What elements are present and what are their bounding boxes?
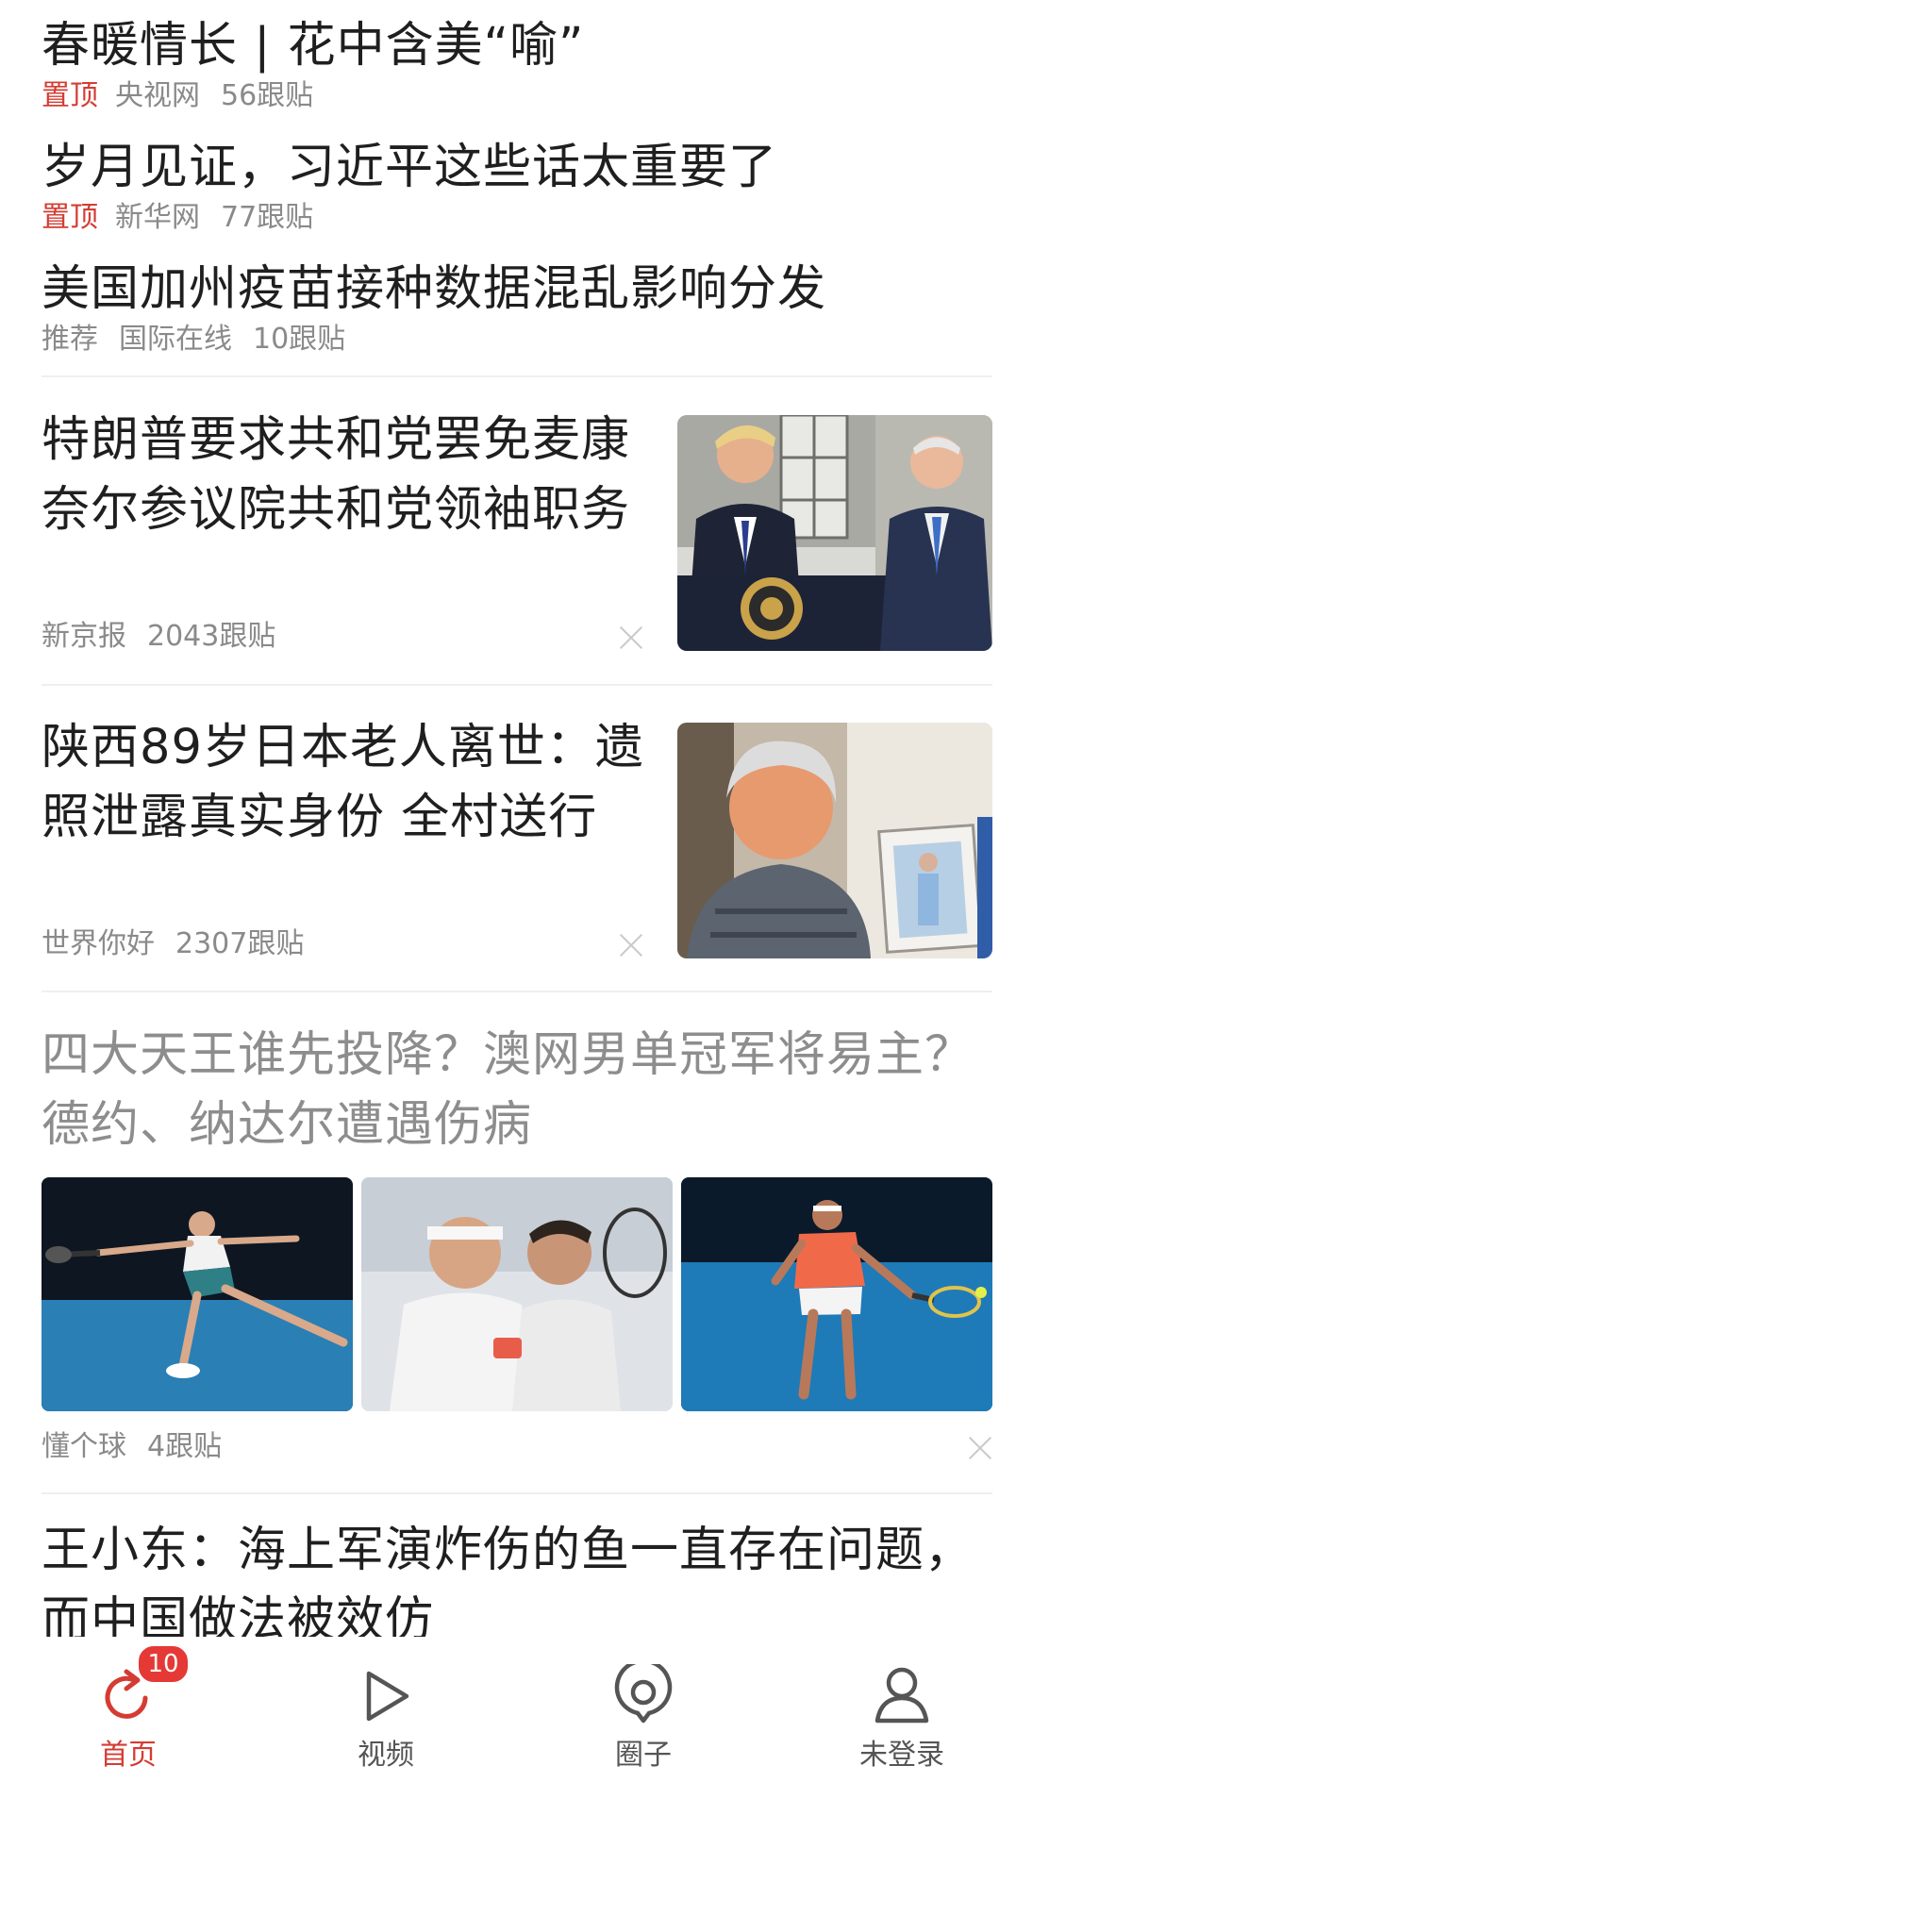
news-title: 美国加州疫苗接种数据混乱影响分发 <box>42 261 827 317</box>
djokovic-photo <box>42 1177 353 1411</box>
elderly-woman-photo <box>677 723 992 958</box>
news-item[interactable]: 岁月见证，习近平这些话太重要了 置顶 新华网 77跟贴 <box>42 133 992 234</box>
dismiss-icon[interactable] <box>619 625 643 650</box>
divider <box>42 684 992 686</box>
tab-label: 首页 <box>100 1739 157 1772</box>
comment-count: 10跟贴 <box>253 323 346 356</box>
trump-mcconnell-photo <box>677 415 992 651</box>
comment-count: 56跟贴 <box>221 79 314 112</box>
tab-label: 未登录 <box>859 1739 944 1772</box>
comment-count: 77跟贴 <box>221 201 314 234</box>
news-title-line2: 德约、纳达尔遭遇伤病 <box>42 1097 533 1153</box>
news-thumbnail <box>677 723 992 958</box>
dismiss-icon[interactable] <box>968 1436 992 1460</box>
news-meta: 置顶 新华网 77跟贴 <box>42 199 313 237</box>
news-title: 岁月见证，习近平这些话太重要了 <box>42 140 778 195</box>
nadal-photo <box>681 1177 992 1411</box>
pinned-tag: 置顶 <box>42 79 98 112</box>
news-item[interactable]: 四大天王谁先投降？澳网男单冠军将易主？ 德约、纳达尔遭遇伤病 懂个球 4跟贴 <box>42 1021 992 1463</box>
divider <box>42 991 992 992</box>
news-item[interactable]: 美国加州疫苗接种数据混乱影响分发 推荐 国际在线 10跟贴 <box>42 255 992 356</box>
news-item-partial[interactable]: 王小东：海上军演炸伤的鱼一直存在问题， 而中国做法被效仿 <box>0 1505 991 1637</box>
news-title-line1: 四大天王谁先投降？澳网男单冠军将易主？ <box>42 1027 974 1083</box>
news-meta: 新京报 2043跟贴 <box>42 618 275 656</box>
dismiss-icon[interactable] <box>619 933 643 958</box>
news-source: 新华网 <box>115 201 200 234</box>
tab-label: 圈子 <box>615 1739 672 1772</box>
news-source: 懂个球 <box>42 1430 126 1463</box>
divider <box>42 1492 992 1494</box>
news-title-line2: 奈尔参议院共和党领袖职务 <box>42 482 631 538</box>
news-item[interactable]: 陕西89岁日本老人离世：遗 照泄露真实身份 全村送行 世界你好 2307跟贴 <box>42 713 992 960</box>
news-item[interactable]: 春暖情长 | 花中含美“喻” 置顶 央视网 56跟贴 <box>42 11 992 112</box>
news-meta: 置顶 央视网 56跟贴 <box>42 77 313 115</box>
news-title-line1: 特朗普要求共和党罢免麦康 <box>42 412 631 468</box>
bottom-tab-bar: 10 首页 视频 圈子 未登录 <box>0 1641 989 1783</box>
comment-count: 2307跟贴 <box>175 927 305 960</box>
news-source: 国际在线 <box>119 323 232 356</box>
recommend-tag: 推荐 <box>42 323 98 356</box>
comment-count: 2043跟贴 <box>147 620 276 653</box>
news-meta: 推荐 国际在线 10跟贴 <box>42 321 345 358</box>
comment-count: 4跟贴 <box>147 1430 223 1463</box>
news-title-line1: 陕西89岁日本老人离世：遗 <box>42 720 644 775</box>
circle-pin-icon <box>614 1664 673 1724</box>
pinned-tag: 置顶 <box>42 201 98 234</box>
players-photo <box>361 1177 673 1411</box>
news-thumbnail <box>361 1177 673 1411</box>
tab-label: 视频 <box>358 1739 414 1772</box>
news-thumbnail <box>42 1177 353 1411</box>
news-item[interactable]: 特朗普要求共和党罢免麦康 奈尔参议院共和党领袖职务 新京报 2043跟贴 <box>42 406 992 653</box>
play-icon <box>366 1671 409 1722</box>
news-source: 央视网 <box>115 79 200 112</box>
news-meta: 世界你好 2307跟贴 <box>42 925 304 963</box>
news-title: 春暖情长 | 花中含美“喻” <box>42 18 585 74</box>
news-title-line1: 王小东：海上军演炸伤的鱼一直存在问题， <box>42 1523 974 1578</box>
user-icon <box>874 1667 929 1724</box>
news-source: 新京报 <box>42 620 126 653</box>
notification-badge: 10 <box>136 1643 191 1685</box>
news-title-line2: 而中国做法被效仿 <box>42 1592 435 1637</box>
news-thumbnail <box>681 1177 992 1411</box>
news-title-line2: 照泄露真实身份 全村送行 <box>42 790 598 845</box>
news-source: 世界你好 <box>42 927 155 960</box>
news-meta: 懂个球 4跟贴 <box>42 1428 222 1466</box>
divider <box>42 375 992 377</box>
news-thumbnail <box>677 415 992 651</box>
